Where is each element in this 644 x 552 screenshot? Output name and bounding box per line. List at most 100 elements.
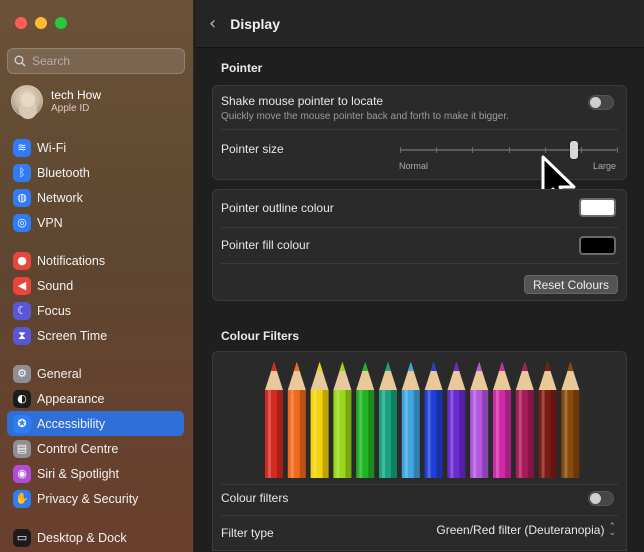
pointer-outline-label: Pointer outline colour <box>221 201 334 215</box>
filter-type-value: Green/Red filter (Deuteranopia) <box>436 523 605 537</box>
main-pane: ‹ Display Pointer Shake mouse pointer to… <box>195 0 644 552</box>
up-down-chevron-icon: ⌃ ⌄ <box>608 522 616 538</box>
colour-filters-label: Colour filters <box>221 491 289 505</box>
zoom-window-button[interactable] <box>55 17 67 29</box>
reset-colours-button[interactable]: Reset Colours <box>523 275 618 294</box>
appearance-icon: ◐ <box>13 389 31 408</box>
colour-pencil <box>470 362 489 478</box>
sidebar-item-bluetooth[interactable]: ᛒ Bluetooth <box>7 160 184 185</box>
colour-pencil <box>287 362 306 478</box>
pointer-fill-colour-well[interactable] <box>579 236 616 255</box>
sidebar-group: ● Notifications ◀ Sound ☾ Focus ⧗ Screen Time <box>7 248 184 348</box>
sidebar-item-notifications[interactable]: ● Notifications <box>7 248 184 273</box>
sidebar-item-desktop-dock[interactable]: ▭ Desktop & Dock <box>7 525 184 550</box>
sidebar-item-sound[interactable]: ◀ Sound <box>7 273 184 298</box>
slider-max-label: Large <box>593 161 617 171</box>
slider-tick <box>617 147 618 153</box>
siri-icon: ◉ <box>13 464 31 483</box>
accessibility-icon: ✪ <box>13 414 31 433</box>
search-input[interactable] <box>32 54 172 68</box>
minimize-window-button[interactable] <box>35 17 47 29</box>
slider-tick <box>580 147 582 153</box>
shake-pointer-toggle[interactable] <box>588 95 614 110</box>
slider-tick <box>436 147 438 153</box>
search-icon <box>14 55 26 67</box>
pointer-outline-colour-well[interactable] <box>579 198 616 217</box>
bell-icon: ● <box>13 251 31 270</box>
divider <box>221 227 618 228</box>
sidebar-item-general[interactable]: ⚙ General <box>7 361 184 386</box>
colour-pencil <box>538 362 557 478</box>
sidebar-item-label: Appearance <box>37 391 105 406</box>
control-centre-icon: ▤ <box>13 439 31 458</box>
wifi-icon: ≋ <box>13 138 31 157</box>
sidebar-item-label: General <box>37 366 82 381</box>
divider <box>221 129 618 130</box>
sidebar-item-appearance[interactable]: ◐ Appearance <box>7 386 184 411</box>
divider <box>221 263 618 264</box>
hand-icon: ✋ <box>13 489 31 508</box>
sidebar-item-siri-spotlight[interactable]: ◉ Siri & Spotlight <box>7 461 184 486</box>
sidebar-item-label: Desktop & Dock <box>37 530 127 545</box>
filter-type-select[interactable]: Green/Red filter (Deuteranopia) ⌃ ⌄ <box>436 522 616 538</box>
vpn-icon: ◎ <box>13 213 31 232</box>
sidebar-item-label: Focus <box>37 303 72 318</box>
colour-filters-panel: Colour filters Filter type Green/Red fil… <box>212 351 627 551</box>
colour-pencil <box>561 362 580 478</box>
pointer-size-label: Pointer size <box>221 142 284 156</box>
sidebar-item-wi-fi[interactable]: ≋ Wi-Fi <box>7 135 184 160</box>
colour-pencil <box>310 362 329 478</box>
sidebar-item-focus[interactable]: ☾ Focus <box>7 298 184 323</box>
colour-pencil <box>401 362 420 478</box>
slider-tick <box>400 147 401 153</box>
apple-id-account[interactable]: tech How Apple ID <box>11 85 101 117</box>
hourglass-icon: ⧗ <box>13 326 31 345</box>
pointer-colours-panel: Pointer outline colour Pointer fill colo… <box>212 189 627 301</box>
sidebar-item-vpn[interactable]: ◎ VPN <box>7 210 184 235</box>
colour-pencil <box>424 362 443 478</box>
search-field[interactable] <box>7 48 185 74</box>
close-window-button[interactable] <box>15 17 27 29</box>
sidebar-item-label: Notifications <box>37 253 106 268</box>
colour-filters-toggle[interactable] <box>588 491 614 506</box>
sidebar: tech How Apple ID ≋ Wi-Fi ᛒ Bluetooth ◍ Netwo… <box>0 0 194 552</box>
sidebar-item-control-centre[interactable]: ▤ Control Centre <box>7 436 184 461</box>
account-name: tech How <box>51 88 102 102</box>
colour-pencil <box>356 362 375 478</box>
sidebar-group: ⚙ General ◐ Appearance ✪ Accessibility ▤ Contro… <box>7 361 184 511</box>
bluetooth-icon: ᛒ <box>13 163 31 182</box>
sidebar-item-label: Screen Time <box>37 328 108 343</box>
sidebar-item-privacy-security[interactable]: ✋ Privacy & Security <box>7 486 184 511</box>
sidebar-item-label: Wi-Fi <box>37 140 67 155</box>
sidebar-group: ▭ Desktop & Dock <box>7 525 184 550</box>
colour-pencil <box>515 362 534 478</box>
pointer-fill-label: Pointer fill colour <box>221 238 310 252</box>
colour-pencil <box>265 362 283 478</box>
sidebar-item-accessibility[interactable]: ✪ Accessibility <box>7 411 184 436</box>
back-chevron-icon[interactable]: ‹ <box>209 13 216 34</box>
shake-pointer-label: Shake mouse pointer to locate <box>221 94 384 108</box>
dock-icon: ▭ <box>13 528 31 547</box>
slider-tick <box>508 147 510 153</box>
colour-pencil <box>493 362 511 478</box>
sidebar-item-label: Sound <box>37 278 74 293</box>
sidebar-item-label: Control Centre <box>37 441 119 456</box>
sidebar-group: ≋ Wi-Fi ᛒ Bluetooth ◍ Network ◎ VPN <box>7 135 184 235</box>
speaker-icon: ◀ <box>13 276 31 295</box>
gear-icon: ⚙ <box>13 364 31 383</box>
sidebar-item-label: Network <box>37 190 83 205</box>
section-title-pointer: Pointer <box>221 61 263 75</box>
account-subtitle: Apple ID <box>51 103 90 114</box>
divider <box>221 484 618 485</box>
filter-type-label: Filter type <box>221 526 274 540</box>
slider-tick <box>544 147 546 153</box>
sidebar-item-screen-time[interactable]: ⧗ Screen Time <box>7 323 184 348</box>
shake-pointer-description: Quickly move the mouse pointer back and … <box>221 111 509 122</box>
colour-pencil <box>447 362 466 478</box>
titlebar: ‹ Display <box>195 0 644 48</box>
colour-pencil <box>379 362 397 478</box>
sidebar-item-label: Privacy & Security <box>37 491 139 506</box>
avatar <box>11 85 43 117</box>
window-controls <box>15 17 67 29</box>
sidebar-item-network[interactable]: ◍ Network <box>7 185 184 210</box>
